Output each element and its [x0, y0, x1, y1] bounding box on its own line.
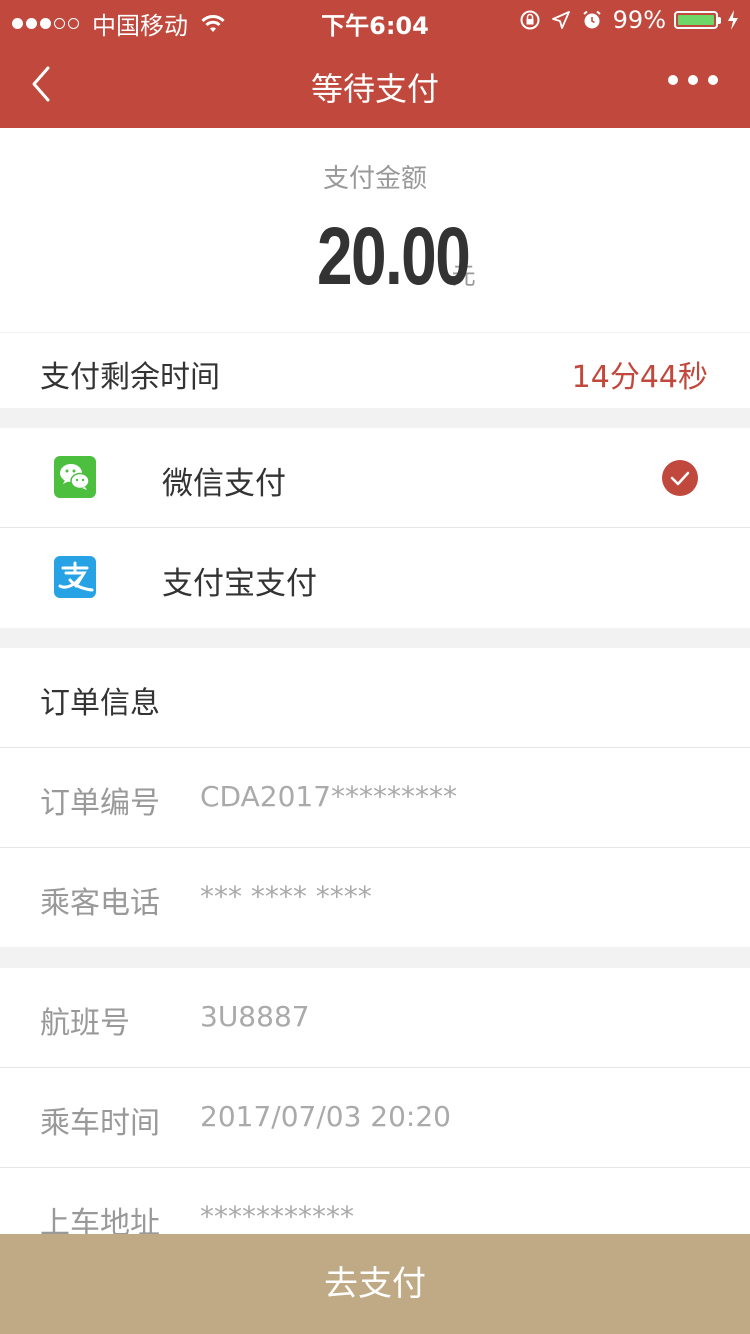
pickup-address-row: 上车地址 ***********: [0, 1168, 750, 1234]
order-info-header: 订单信息: [0, 648, 750, 748]
alipay-icon: [54, 556, 96, 598]
passenger-phone-label: 乘客电话: [40, 886, 160, 921]
timer-section: 支付剩余时间 14分44秒: [0, 333, 750, 408]
timer-value: 14分44秒: [571, 360, 708, 395]
payment-methods: 微信支付 支付宝支付: [0, 428, 750, 628]
passenger-phone-row: 乘客电话 *** **** ****: [0, 848, 750, 947]
more-icon[interactable]: [658, 75, 718, 85]
amount-value: 20.00: [317, 211, 471, 302]
timer-label: 支付剩余时间: [40, 360, 220, 395]
pickup-address-label: 上车地址: [40, 1206, 160, 1234]
trip-info-section: 航班号 3U8887 乘车时间 2017/07/03 20:20 上车地址 **…: [0, 968, 750, 1234]
order-number-row: 订单编号 CDA2017*********: [0, 748, 750, 848]
charging-icon: [728, 10, 738, 30]
payment-option-wechat[interactable]: 微信支付: [0, 428, 750, 528]
payment-option-alipay[interactable]: 支付宝支付: [0, 528, 750, 627]
status-right: 99%: [519, 6, 740, 34]
flight-number-row: 航班号 3U8887: [0, 968, 750, 1068]
alarm-icon: [583, 10, 601, 29]
passenger-phone-value: *** **** ****: [200, 880, 372, 913]
order-info-section: 订单信息 订单编号 CDA2017********* 乘客电话 *** ****…: [0, 648, 750, 947]
amount-row: 20.00元: [0, 210, 750, 304]
flight-number-label: 航班号: [40, 1006, 130, 1041]
section-title: 订单信息: [40, 686, 160, 721]
ride-time-value: 2017/07/03 20:20: [200, 1100, 451, 1133]
payment-label: 支付宝支付: [162, 566, 317, 602]
status-bar: 中国移动 下午6:04 99%: [0, 0, 750, 40]
rotation-lock-icon: [520, 10, 540, 30]
order-number-value: CDA2017*********: [200, 780, 458, 813]
battery-percent: 99%: [612, 6, 666, 34]
location-icon: [551, 11, 570, 29]
ride-time-row: 乘车时间 2017/07/03 20:20: [0, 1068, 750, 1168]
flight-number-value: 3U8887: [200, 1000, 310, 1033]
checkmark-icon: [662, 460, 698, 496]
pay-button[interactable]: 去支付: [0, 1234, 750, 1334]
page-title: 等待支付: [310, 70, 439, 108]
wechat-icon: [54, 456, 96, 498]
amount-section: 支付金额 20.00元: [0, 128, 750, 332]
battery-icon: [674, 11, 721, 29]
order-number-label: 订单编号: [40, 786, 160, 821]
nav-bar: 等待支付: [0, 40, 750, 128]
amount-label: 支付金额: [322, 164, 427, 194]
pickup-address-value: ***********: [200, 1200, 354, 1233]
payment-label: 微信支付: [162, 466, 286, 502]
ride-time-label: 乘车时间: [40, 1106, 160, 1141]
